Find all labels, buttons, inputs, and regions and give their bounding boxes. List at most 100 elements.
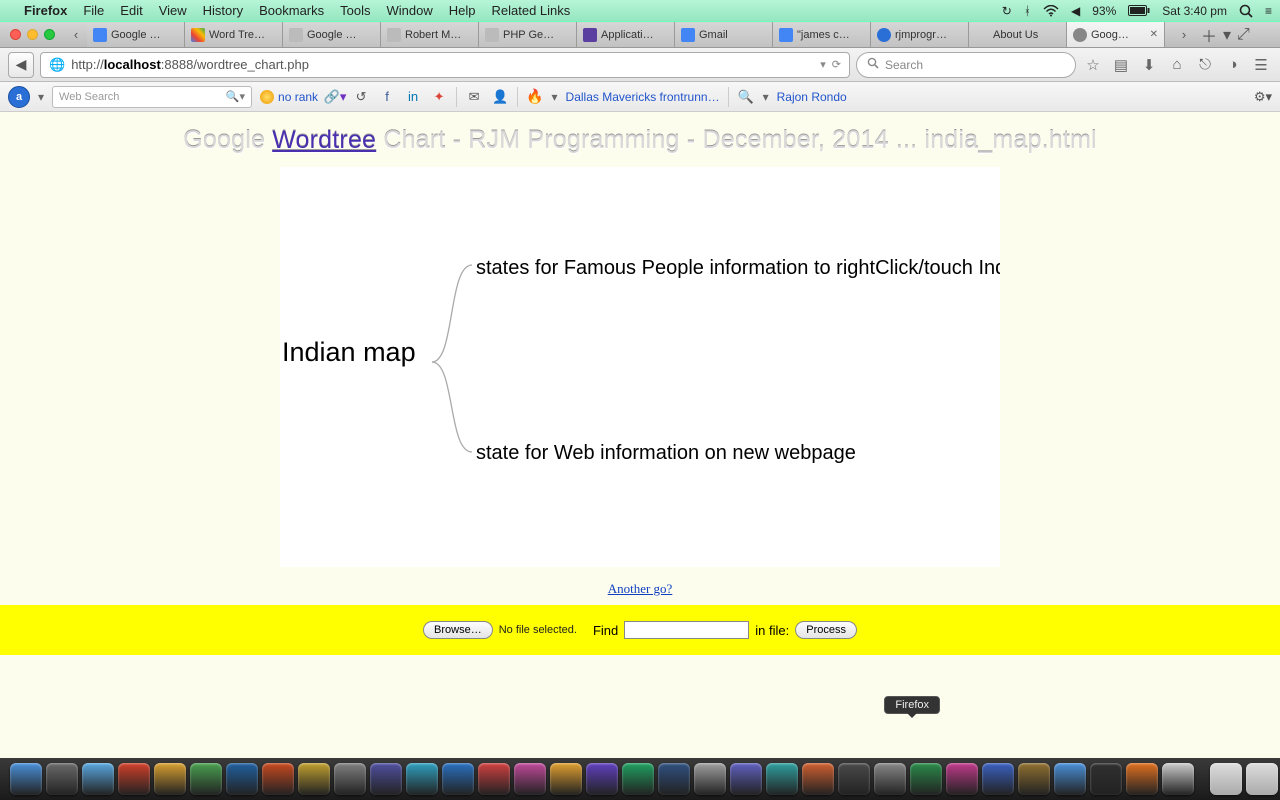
bookmark-star-icon[interactable]: ☆ <box>1082 54 1104 76</box>
battery-icon[interactable] <box>1128 5 1150 16</box>
dock-app-icon[interactable] <box>1018 763 1050 795</box>
dock-app-icon[interactable] <box>442 763 474 795</box>
menu-edit[interactable]: Edit <box>120 3 142 18</box>
wordtree-branch-2[interactable]: state for Web information on new webpage <box>476 442 856 465</box>
menu-related-links[interactable]: Related Links <box>492 3 571 18</box>
downloads-icon[interactable]: ⬇ <box>1138 54 1160 76</box>
dock-app-icon[interactable] <box>514 763 546 795</box>
process-button[interactable]: Process <box>795 621 857 639</box>
dock-app-icon[interactable] <box>406 763 438 795</box>
chevron-down-icon[interactable]: ▾ <box>38 90 44 104</box>
tab-scroll-right[interactable]: › <box>1173 27 1195 42</box>
gear-icon[interactable]: ⚙▾ <box>1254 88 1272 106</box>
menu-file[interactable]: File <box>83 3 104 18</box>
menubar-app[interactable]: Firefox <box>24 3 67 18</box>
dock-app-icon[interactable] <box>694 763 726 795</box>
headline-2[interactable]: Rajon Rondo <box>777 90 847 104</box>
fullscreen-icon[interactable]: ⤢ <box>1237 26 1250 44</box>
tab-4[interactable]: PHP Ge… <box>479 22 577 47</box>
person-icon[interactable]: 👤 <box>491 88 509 106</box>
menubar-clock[interactable]: Sat 3:40 pm <box>1162 4 1227 18</box>
pagerank-indicator[interactable]: no rank <box>260 90 318 104</box>
dock-app-icon[interactable] <box>622 763 654 795</box>
dock-app-icon[interactable] <box>190 763 222 795</box>
tab-6[interactable]: Gmail <box>675 22 773 47</box>
dock-app-icon[interactable] <box>802 763 834 795</box>
tab-0[interactable]: Google … <box>87 22 185 47</box>
dock-app-icon[interactable] <box>226 763 258 795</box>
find-input[interactable] <box>624 621 749 639</box>
tab-5[interactable]: Applicati… <box>577 22 675 47</box>
sync-icon[interactable]: ◑ <box>1222 54 1244 76</box>
plus-icon[interactable]: ✦ <box>430 88 448 106</box>
zoom-window-button[interactable] <box>44 29 55 40</box>
dock-app-icon[interactable] <box>550 763 582 795</box>
alexa-icon[interactable]: a <box>8 86 30 108</box>
dock-app-icon[interactable] <box>982 763 1014 795</box>
minimize-window-button[interactable] <box>27 29 38 40</box>
wordtree-root[interactable]: Indian map <box>282 337 416 368</box>
dock-app-icon[interactable] <box>838 763 870 795</box>
new-tab-button[interactable]: ＋ <box>1201 23 1217 47</box>
notifications-icon[interactable]: ≡ <box>1265 4 1272 18</box>
dock-app-icon[interactable] <box>910 763 942 795</box>
close-window-button[interactable] <box>10 29 21 40</box>
dock-app-icon[interactable] <box>946 763 978 795</box>
tab-8[interactable]: rjmprogr… <box>871 22 969 47</box>
dock-app-icon[interactable] <box>118 763 150 795</box>
tab-2[interactable]: Google … <box>283 22 381 47</box>
menu-bookmarks[interactable]: Bookmarks <box>259 3 324 18</box>
another-go-link[interactable]: Another go? <box>0 581 1280 597</box>
close-tab-icon[interactable]: ✕ <box>1150 29 1158 40</box>
address-field[interactable]: 🌐 http://localhost:8888/wordtree_chart.p… <box>40 52 850 78</box>
menu-view[interactable]: View <box>159 3 187 18</box>
menu-history[interactable]: History <box>203 3 243 18</box>
tab-scroll-left[interactable]: ‹ <box>65 22 87 47</box>
dock-app-icon[interactable] <box>478 763 510 795</box>
search-icon[interactable]: 🔍 <box>737 88 755 106</box>
timemachine-icon[interactable]: ↻ <box>1002 4 1012 18</box>
dock-app-icon[interactable] <box>730 763 762 795</box>
menu-tools[interactable]: Tools <box>340 3 370 18</box>
share-icon[interactable]: ⎋ <box>1194 54 1216 76</box>
dock-app-icon[interactable] <box>262 763 294 795</box>
dock-app-icon[interactable] <box>766 763 798 795</box>
menu-window[interactable]: Window <box>387 3 433 18</box>
dock-app-icon[interactable] <box>46 763 78 795</box>
dock-app-icon[interactable] <box>1090 763 1122 795</box>
dock-app-icon[interactable] <box>874 763 906 795</box>
dock-app-icon[interactable] <box>1210 763 1242 795</box>
bluetooth-icon[interactable]: ᚼ <box>1024 4 1031 18</box>
reload-icon[interactable]: ⟳ <box>832 58 841 71</box>
dock-app-icon[interactable] <box>298 763 330 795</box>
headline-1[interactable]: Dallas Mavericks frontrunn… <box>566 90 720 104</box>
dock-app-icon[interactable] <box>82 763 114 795</box>
dock-app-icon[interactable] <box>370 763 402 795</box>
link-icon[interactable]: 🔗▾ <box>326 88 344 106</box>
wifi-icon[interactable] <box>1043 5 1059 17</box>
list-tabs-button[interactable]: ▾ <box>1223 25 1231 45</box>
facebook-icon[interactable]: f <box>378 88 396 106</box>
dock-app-icon[interactable] <box>658 763 690 795</box>
dock-app-icon[interactable] <box>1162 763 1194 795</box>
dock-app-icon[interactable] <box>1054 763 1086 795</box>
dock-app-icon[interactable] <box>334 763 366 795</box>
dock-app-icon[interactable] <box>586 763 618 795</box>
dock-app-icon[interactable] <box>154 763 186 795</box>
tab-7[interactable]: "james c… <box>773 22 871 47</box>
web-search-field[interactable]: Web Search 🔍▾ <box>52 86 252 108</box>
wayback-icon[interactable]: ↺ <box>352 88 370 106</box>
home-icon[interactable]: ⌂ <box>1166 54 1188 76</box>
volume-icon[interactable]: ◀ <box>1071 4 1080 18</box>
tab-3[interactable]: Robert M… <box>381 22 479 47</box>
wordtree-link[interactable]: Wordtree <box>272 126 376 154</box>
browse-button[interactable]: Browse… <box>423 621 493 639</box>
spotlight-icon[interactable] <box>1239 4 1253 18</box>
hamburger-icon[interactable]: ☰ <box>1250 54 1272 76</box>
dropdown-icon[interactable]: ▾ <box>820 58 826 71</box>
tab-1[interactable]: Word Tre… <box>185 22 283 47</box>
tab-9[interactable]: About Us <box>969 22 1067 47</box>
back-button[interactable]: ◀ <box>8 52 34 78</box>
dock-app-icon[interactable] <box>1246 763 1278 795</box>
dock-app-icon[interactable] <box>10 763 42 795</box>
